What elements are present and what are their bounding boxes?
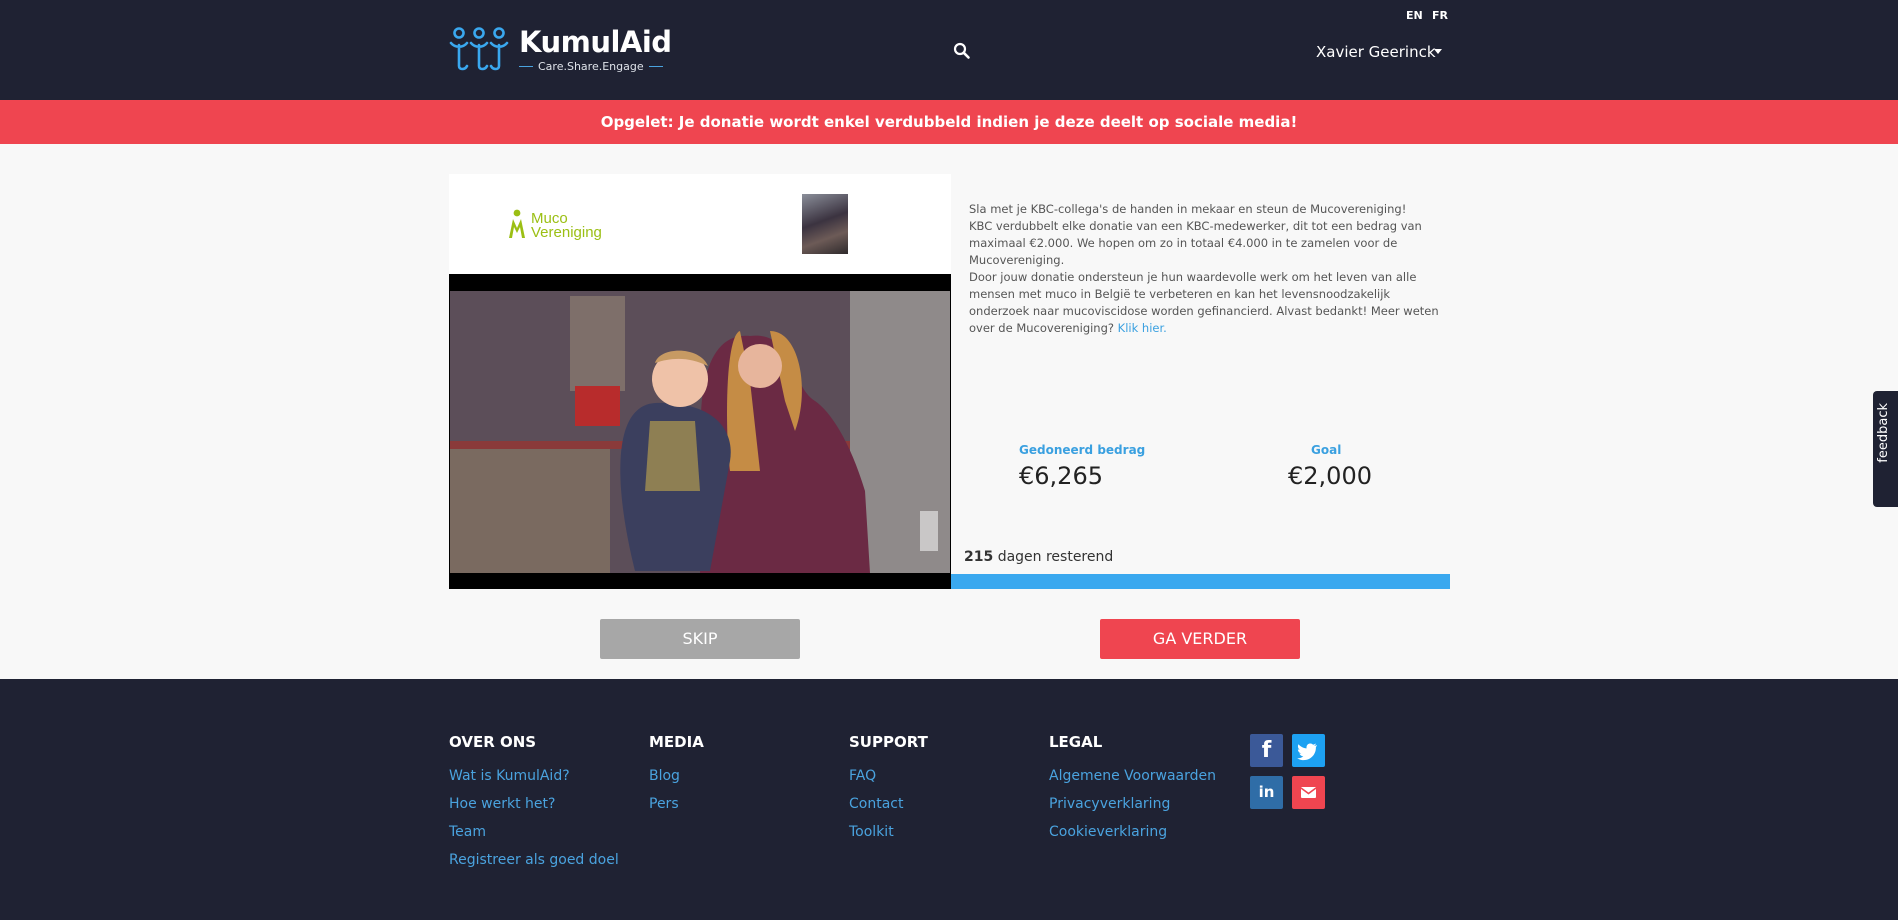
description-line-3: Door jouw donatie ondersteun je hun waar… — [969, 270, 1439, 335]
video-frame — [450, 291, 950, 573]
footer-heading-legal: LEGAL — [1049, 733, 1103, 751]
goal-label: Goal — [1311, 443, 1342, 457]
footer-link-team[interactable]: Team — [449, 822, 619, 850]
facebook-icon[interactable]: f — [1250, 734, 1283, 767]
footer-heading-media: MEDIA — [649, 733, 704, 751]
footer-link-how-it-works[interactable]: Hoe werkt het? — [449, 794, 619, 822]
footer-column-support: SUPPORT FAQ Contact Toolkit — [849, 733, 928, 850]
continue-button[interactable]: GA VERDER — [1100, 619, 1300, 659]
footer-link-toolkit[interactable]: Toolkit — [849, 822, 928, 850]
share-alert-banner: Opgelet: Je donatie wordt enkel verdubbe… — [0, 100, 1898, 144]
footer-link-cookies[interactable]: Cookieverklaring — [1049, 822, 1216, 850]
footer-link-terms[interactable]: Algemene Voorwaarden — [1049, 766, 1216, 794]
language-en[interactable]: EN — [1406, 9, 1423, 22]
site-footer: OVER ONS Wat is KumulAid? Hoe werkt het?… — [0, 679, 1898, 920]
progress-bar-fill — [951, 574, 1450, 589]
footer-link-blog[interactable]: Blog — [649, 766, 704, 794]
kumulaid-logo[interactable]: KumulAid Care.Share.Engage — [449, 26, 672, 73]
footer-link-register-charity[interactable]: Registreer als goed doel — [449, 850, 619, 878]
progress-bar — [951, 574, 1450, 589]
brand-tagline: Care.Share.Engage — [538, 60, 644, 73]
description-line-1: Sla met je KBC-collega's de handen in me… — [969, 202, 1407, 216]
footer-heading-support: SUPPORT — [849, 733, 928, 751]
campaign-video[interactable] — [450, 291, 950, 573]
footer-column-legal: LEGAL Algemene Voorwaarden Privacyverkla… — [1049, 733, 1216, 850]
footer-link-faq[interactable]: FAQ — [849, 766, 928, 794]
mucovereniging-logo: Muco Vereniging — [509, 209, 602, 240]
days-number: 215 — [964, 549, 994, 565]
feedback-tab[interactable]: feedback — [1873, 391, 1898, 507]
caret-down-icon[interactable] — [1434, 49, 1442, 54]
feedback-label: feedback — [1876, 403, 1891, 463]
more-info-link[interactable]: Klik hier. — [1118, 321, 1167, 335]
campaign-description: Sla met je KBC-collega's de handen in me… — [969, 201, 1449, 337]
brand-name: KumulAid — [519, 25, 672, 59]
description-line-2: KBC verdubbelt elke donatie van een KBC-… — [969, 219, 1422, 267]
svg-text:Vereniging: Vereniging — [531, 224, 602, 240]
user-menu[interactable]: Xavier Geerinck — [1316, 43, 1436, 61]
footer-column-media: MEDIA Blog Pers — [649, 733, 704, 822]
campaign-thumbnail[interactable] — [802, 194, 848, 254]
footer-heading-about: OVER ONS — [449, 733, 537, 751]
people-logo-icon — [449, 27, 509, 71]
search-icon[interactable] — [953, 42, 971, 60]
donated-value: €6,265 — [1019, 462, 1103, 490]
partner-logo-strip: Muco Vereniging — [449, 174, 951, 274]
footer-link-contact[interactable]: Contact — [849, 794, 928, 822]
skip-button[interactable]: SKIP — [600, 619, 800, 659]
language-fr[interactable]: FR — [1432, 9, 1448, 22]
goal-value: €2,000 — [1288, 462, 1372, 490]
twitter-icon[interactable] — [1292, 734, 1325, 767]
campaign-media: Muco Vereniging — [449, 174, 951, 589]
days-remaining: 215 dagen resterend — [964, 549, 1113, 565]
site-header: KumulAid Care.Share.Engage EN FR Xavier … — [0, 0, 1898, 100]
days-text: dagen resterend — [997, 549, 1114, 565]
footer-link-what-is[interactable]: Wat is KumulAid? — [449, 766, 619, 794]
linkedin-icon[interactable]: in — [1250, 776, 1283, 809]
footer-link-press[interactable]: Pers — [649, 794, 704, 822]
footer-column-about: OVER ONS Wat is KumulAid? Hoe werkt het?… — [449, 733, 619, 878]
donated-label: Gedoneerd bedrag — [1019, 443, 1146, 457]
footer-link-privacy[interactable]: Privacyverklaring — [1049, 794, 1216, 822]
mail-icon[interactable] — [1292, 776, 1325, 809]
